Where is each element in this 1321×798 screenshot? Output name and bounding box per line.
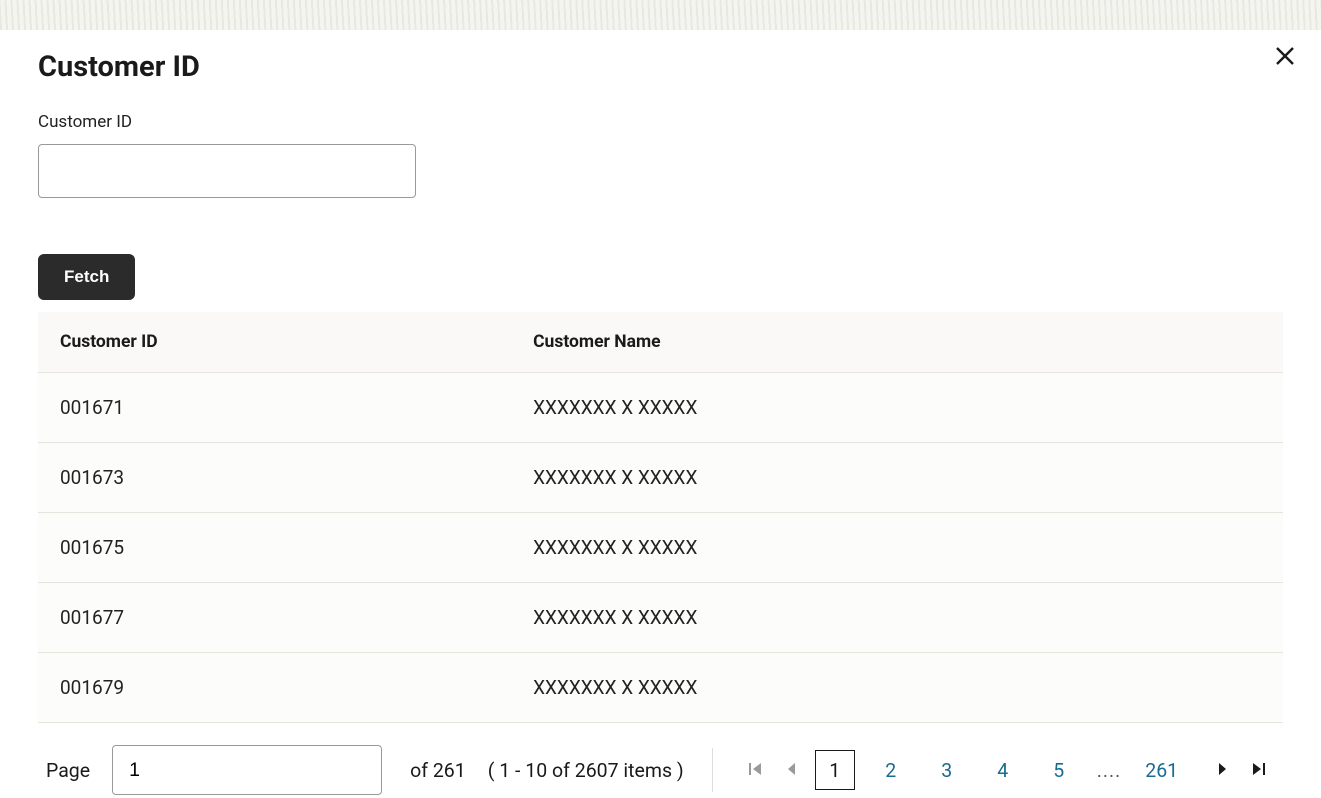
last-page-button[interactable] [1243, 755, 1275, 786]
table-row[interactable]: 001671 XXXXXXX X XXXXX [38, 373, 1283, 443]
close-icon [1273, 44, 1297, 68]
prev-page-button[interactable] [777, 756, 807, 785]
fetch-button[interactable]: Fetch [38, 254, 135, 300]
cell-customer-id: 001673 [38, 443, 511, 513]
divider [712, 748, 713, 792]
cell-customer-name: XXXXXXX X XXXXX [511, 513, 1283, 583]
page-title: Customer ID [38, 50, 1283, 84]
col-header-customer-name: Customer Name [511, 312, 1283, 373]
cell-customer-id: 001679 [38, 653, 511, 723]
close-button[interactable] [1269, 40, 1301, 72]
chevron-right-icon [1215, 762, 1229, 779]
page-of-text: of 261 [410, 759, 466, 782]
page-ellipsis: .... [1097, 759, 1122, 782]
page-number-input[interactable] [112, 745, 382, 795]
page-range-text: ( 1 - 10 of 2607 items ) [488, 759, 684, 782]
customer-id-label: Customer ID [38, 112, 1283, 132]
pagination-bar: Page of 261 ( 1 - 10 of 2607 items ) 1 2… [38, 723, 1283, 795]
page-link[interactable]: 5 [1039, 750, 1079, 790]
cell-customer-name: XXXXXXX X XXXXX [511, 653, 1283, 723]
cell-customer-name: XXXXXXX X XXXXX [511, 443, 1283, 513]
customer-id-input[interactable] [38, 144, 416, 198]
cell-customer-id: 001671 [38, 373, 511, 443]
last-page-icon [1251, 761, 1267, 780]
table-row[interactable]: 001675 XXXXXXX X XXXXX [38, 513, 1283, 583]
results-table: Customer ID Customer Name 001671 XXXXXXX… [38, 312, 1283, 723]
page-link[interactable]: 2 [871, 750, 911, 790]
cell-customer-id: 001675 [38, 513, 511, 583]
cell-customer-name: XXXXXXX X XXXXX [511, 373, 1283, 443]
page-label: Page [46, 759, 90, 782]
table-row[interactable]: 001673 XXXXXXX X XXXXX [38, 443, 1283, 513]
next-page-button[interactable] [1207, 756, 1237, 785]
first-page-icon [747, 761, 763, 780]
col-header-customer-id: Customer ID [38, 312, 511, 373]
page-link[interactable]: 4 [983, 750, 1023, 790]
page-current[interactable]: 1 [815, 750, 855, 790]
cell-customer-name: XXXXXXX X XXXXX [511, 583, 1283, 653]
first-page-button[interactable] [739, 755, 771, 786]
chevron-left-icon [785, 762, 799, 779]
table-row[interactable]: 001679 XXXXXXX X XXXXX [38, 653, 1283, 723]
top-texture [0, 0, 1321, 30]
cell-customer-id: 001677 [38, 583, 511, 653]
page-link[interactable]: 3 [927, 750, 967, 790]
page-last-link[interactable]: 261 [1145, 759, 1178, 782]
table-row[interactable]: 001677 XXXXXXX X XXXXX [38, 583, 1283, 653]
